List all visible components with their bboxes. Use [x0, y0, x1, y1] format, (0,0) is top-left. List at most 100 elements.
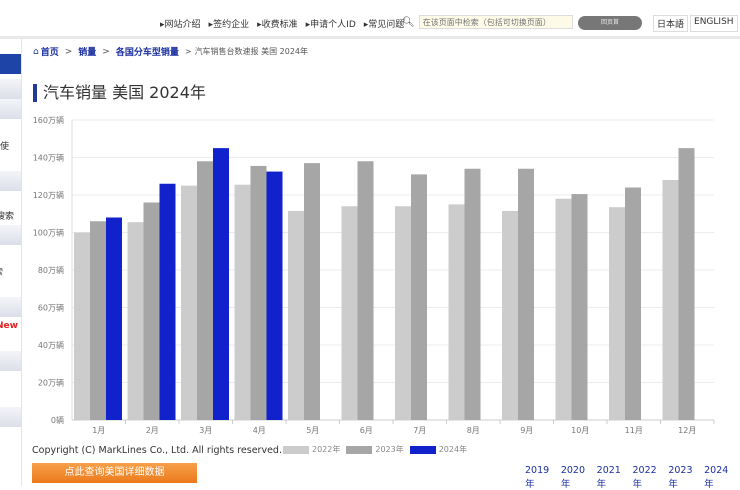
y-tick-label: 140万辆	[33, 153, 64, 163]
language-switch: 日本語 ENGLISH	[653, 15, 740, 32]
bar-2024年-4月	[266, 171, 283, 420]
sidebar-item[interactable]	[0, 351, 21, 371]
bar-2024年-2月	[159, 183, 176, 420]
bar-2024年-3月	[213, 148, 229, 420]
lang-japanese[interactable]: 日本語	[653, 15, 689, 32]
nav-apply-id[interactable]: ▸申请个人ID	[306, 17, 356, 30]
y-tick-label: 80万辆	[38, 265, 64, 275]
y-tick-label: 100万辆	[33, 228, 64, 238]
x-tick-label: 5月	[306, 426, 319, 435]
breadcrumb: ⌂ 首页 > 销量 > 各国分车型销量 > 汽车销售台数速报 美国 2024年	[33, 45, 308, 59]
x-tick-label: 6月	[360, 426, 373, 435]
bar-2022年-2月	[127, 222, 144, 420]
bar-2022年-7月	[395, 206, 411, 420]
bar-2022年-12月	[662, 180, 679, 420]
bar-2022年-11月	[609, 207, 625, 420]
nav-label: 签约企业	[213, 19, 250, 30]
bar-2023年-6月	[357, 161, 374, 420]
bar-2022年-5月	[288, 210, 304, 420]
home-icon: ⌂	[33, 46, 39, 57]
bar-2022年-4月	[234, 184, 251, 420]
bar-2022年-1月	[74, 232, 90, 420]
bar-2022年-6月	[341, 206, 358, 420]
sidebar-item[interactable]	[0, 297, 21, 317]
x-tick-label: 8月	[467, 426, 480, 435]
x-tick-label: 3月	[199, 426, 212, 435]
x-tick-label: 11月	[625, 426, 643, 435]
nav-label: 申请个人ID	[310, 19, 356, 30]
divider	[0, 36, 740, 39]
sidebar-text[interactable]: 搜索	[0, 209, 14, 222]
search-area: 🔍︎	[402, 15, 573, 29]
year-link-2021[interactable]: 2021年	[597, 465, 629, 490]
top-nav: ▸网站介绍 ▸签约企业 ▸收费标准 ▸申请个人ID ▸常见问题	[160, 14, 412, 32]
chart-legend: 2022年 2023年 2024年	[283, 444, 473, 455]
legend-2024[interactable]: 2024年	[409, 444, 467, 455]
nav-members[interactable]: ▸签约企业	[209, 17, 250, 30]
sidebar-item[interactable]	[0, 225, 21, 245]
y-tick-label: 0辆	[51, 415, 64, 425]
bar-2024年-1月	[106, 217, 122, 420]
detail-data-button[interactable]: 点此查询美国详细数据	[32, 463, 197, 483]
page-title: 汽车销量 美国 2024年	[33, 84, 206, 102]
x-tick-label: 9月	[520, 426, 533, 435]
bar-2023年-11月	[625, 187, 641, 420]
breadcrumb-sep: >	[184, 47, 192, 56]
bar-2022年-9月	[502, 210, 518, 420]
bar-2022年-10月	[555, 198, 572, 420]
bar-2023年-7月	[411, 174, 427, 420]
sidebar-item[interactable]	[0, 79, 21, 99]
nav-label: 常见问题	[368, 19, 405, 30]
legend-2022[interactable]: 2022年	[283, 444, 340, 455]
bar-2023年-10月	[571, 194, 588, 420]
nav-faq[interactable]: ▸常见问题	[364, 17, 405, 30]
bar-2023年-1月	[90, 221, 106, 420]
y-tick-label: 40万辆	[38, 340, 64, 350]
nav-about[interactable]: ▸网站介绍	[160, 17, 201, 30]
y-tick-label: 160万辆	[33, 115, 64, 125]
y-tick-label: 60万辆	[38, 303, 64, 313]
y-tick-label: 120万辆	[33, 190, 64, 200]
year-link-2019[interactable]: 2019年	[525, 465, 557, 490]
year-link-2024[interactable]: 2024年	[704, 465, 736, 490]
breadcrumb-sales[interactable]: 销量	[78, 45, 96, 58]
sidebar: 使 搜索 索 New	[0, 39, 22, 486]
year-links: 2019年 2020年 2021年 2022年 2023年 2024年	[525, 465, 740, 490]
x-tick-label: 10月	[571, 426, 589, 435]
sidebar-text[interactable]: 索	[0, 265, 3, 278]
x-tick-label: 1月	[92, 426, 105, 435]
breadcrumb-home[interactable]: 首页	[41, 45, 59, 58]
bar-2023年-2月	[143, 202, 160, 420]
sidebar-item[interactable]	[0, 407, 21, 427]
legend-label: 2022年	[312, 445, 341, 454]
y-tick-label: 20万辆	[38, 378, 64, 388]
x-tick-label: 12月	[678, 426, 696, 435]
nav-pricing[interactable]: ▸收费标准	[257, 17, 298, 30]
legend-2023[interactable]: 2023年	[346, 444, 404, 455]
bar-2023年-8月	[464, 168, 481, 420]
sidebar-item-active[interactable]	[0, 54, 21, 74]
x-tick-label: 4月	[253, 426, 266, 435]
search-icon: 🔍︎	[402, 16, 415, 28]
back-to-top-button[interactable]: 回页首	[578, 16, 642, 30]
year-link-2022[interactable]: 2022年	[632, 465, 664, 490]
search-input[interactable]	[418, 15, 573, 29]
x-tick-label: 7月	[413, 426, 426, 435]
bar-2022年-8月	[448, 204, 465, 420]
new-badge: New	[0, 321, 18, 331]
sidebar-item[interactable]	[0, 171, 21, 191]
year-link-2023[interactable]: 2023年	[668, 465, 700, 490]
sales-bar-chart: 0辆 20万辆 40万辆 60万辆 80万辆 100万辆 120万辆 140万辆 160万辆 1月…	[33, 115, 715, 435]
copyright: Copyright (C) MarkLines Co., Ltd. All ri…	[32, 445, 282, 456]
breadcrumb-sep: >	[64, 46, 73, 57]
bar-2022年-3月	[181, 185, 197, 420]
sidebar-text[interactable]: 使	[0, 139, 9, 152]
breadcrumb-sep: >	[102, 46, 110, 57]
breadcrumb-models[interactable]: 各国分车型销量	[116, 45, 179, 58]
year-link-2020[interactable]: 2020年	[561, 465, 593, 490]
sidebar-item[interactable]	[0, 99, 21, 119]
lang-english[interactable]: ENGLISH	[690, 15, 738, 32]
bar-2023年-3月	[197, 161, 213, 420]
bar-2023年-4月	[250, 165, 267, 420]
bar-2023年-9月	[518, 168, 534, 420]
